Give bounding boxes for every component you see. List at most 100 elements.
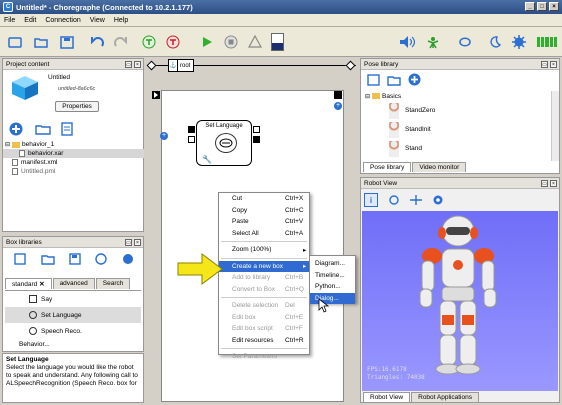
tab-search[interactable]: Search: [95, 278, 131, 289]
minimize-button[interactable]: _: [525, 2, 535, 11]
tab-video-monitor[interactable]: Video monitor: [412, 162, 467, 172]
pose-item[interactable]: StandInit: [361, 120, 551, 139]
menu-item-select-all[interactable]: Select All Ctrl+A: [219, 228, 309, 240]
save-library-icon[interactable]: [69, 253, 81, 267]
open-library-icon[interactable]: [40, 253, 55, 267]
tree-item-pml[interactable]: Untitled.pml: [3, 167, 144, 176]
submenu-item-diagram[interactable]: Diagram...: [310, 258, 355, 270]
close-icon[interactable]: ×: [550, 180, 557, 187]
list-item[interactable]: Behavior...: [5, 339, 141, 349]
float-icon[interactable]: ▭: [541, 61, 548, 68]
save-icon[interactable]: [58, 33, 76, 51]
set-language-box[interactable]: Set Language 🔧: [196, 120, 252, 166]
tab-pose-library[interactable]: Pose library: [363, 162, 412, 172]
pan-view-icon[interactable]: [409, 194, 423, 208]
list-item[interactable]: Say: [5, 291, 141, 307]
submenu-item-timeline[interactable]: Timeline...: [310, 270, 355, 282]
disconnect-robot-icon[interactable]: [164, 33, 182, 51]
tab-robot-applications[interactable]: Robot Applications: [411, 392, 479, 402]
open-pose-library-icon[interactable]: [387, 74, 401, 88]
behavior-input-icon[interactable]: [152, 91, 160, 99]
menu-item-edit-box-script[interactable]: Edit box script Ctrl+F: [219, 323, 309, 335]
view-settings-icon[interactable]: [431, 194, 445, 208]
menu-item-cut[interactable]: Cut Ctrl+X: [219, 193, 309, 205]
float-icon[interactable]: ▭: [541, 180, 548, 187]
rest-moon-icon[interactable]: [486, 33, 504, 51]
menu-file[interactable]: File: [4, 17, 15, 24]
pose-group[interactable]: ⊟ Basics: [361, 91, 551, 101]
menu-item-delete-selection[interactable]: Delete selection Del: [219, 300, 309, 312]
rotate-view-icon[interactable]: [387, 194, 401, 208]
close-button[interactable]: ×: [549, 2, 559, 11]
menu-item-edit-box[interactable]: Edit box Ctrl+E: [219, 312, 309, 324]
stiffness-icon[interactable]: [456, 33, 474, 51]
redo-icon[interactable]: [112, 33, 130, 51]
wrench-icon[interactable]: 🔧: [202, 155, 212, 164]
export-library-icon[interactable]: [95, 253, 108, 267]
menu-item-create-new-box[interactable]: Create a new box ▸: [219, 260, 309, 272]
pose-scrollbar[interactable]: [551, 91, 559, 161]
box-input-port[interactable]: [188, 126, 195, 133]
connect-robot-icon[interactable]: [140, 33, 158, 51]
add-item-icon[interactable]: [9, 122, 23, 138]
breadcrumb[interactable]: ⚓ root: [168, 59, 194, 72]
menu-item-set-parameters[interactable]: Set Parameters: [219, 351, 309, 363]
list-item[interactable]: Speech Reco.: [5, 323, 141, 339]
float-icon[interactable]: ▭: [125, 239, 132, 246]
menu-item-zoom[interactable]: Zoom (100%) ▸: [219, 244, 309, 256]
menu-item-paste[interactable]: Paste Ctrl+V: [219, 216, 309, 228]
box-output-port[interactable]: [253, 136, 260, 143]
menu-item-add-to-library[interactable]: Add to library Ctrl+B: [219, 272, 309, 284]
new-library-icon[interactable]: [14, 253, 26, 267]
properties-button[interactable]: Properties: [55, 101, 99, 112]
close-icon[interactable]: ×: [134, 61, 141, 68]
tree-item-behavior-folder[interactable]: ⊟ behavior_1: [3, 140, 144, 149]
speaker-icon[interactable]: [398, 33, 416, 51]
add-folder-icon[interactable]: [35, 123, 51, 137]
pose-item[interactable]: Stand: [361, 139, 551, 158]
animation-mode-icon[interactable]: [424, 33, 442, 51]
settings-gear-icon[interactable]: [510, 33, 528, 51]
breadcrumb-root: root: [180, 62, 191, 69]
add-output-icon[interactable]: +: [334, 102, 342, 110]
close-tab-icon[interactable]: ✕: [39, 281, 44, 288]
float-icon[interactable]: ▭: [125, 61, 132, 68]
menu-item-copy[interactable]: Copy Ctrl+C: [219, 205, 309, 217]
pose-item[interactable]: StandZero: [361, 101, 551, 120]
list-item[interactable]: Set Language: [5, 307, 141, 323]
debug-icon[interactable]: [246, 33, 264, 51]
new-pose-library-icon[interactable]: [367, 74, 380, 88]
import-icon[interactable]: [61, 122, 73, 138]
box-output-port[interactable]: [253, 126, 260, 133]
info-icon[interactable]: i: [364, 193, 378, 207]
menu-edit[interactable]: Edit: [24, 17, 36, 24]
menu-item-edit-resources[interactable]: Edit resources Ctrl+R: [219, 335, 309, 347]
close-icon[interactable]: ×: [550, 61, 557, 68]
undo-icon[interactable]: [88, 33, 106, 51]
open-folder-icon[interactable]: [32, 33, 50, 51]
timeline-end-handle[interactable]: [345, 60, 356, 71]
menu-view[interactable]: View: [90, 17, 105, 24]
tab-standard[interactable]: standard ✕: [5, 278, 52, 289]
submenu-item-dialog[interactable]: Dialog...: [310, 292, 355, 304]
stop-icon[interactable]: [222, 33, 240, 51]
behavior-output-icon[interactable]: [334, 91, 342, 99]
submenu-item-python[interactable]: Python...: [310, 281, 355, 293]
menu-connection[interactable]: Connection: [45, 17, 80, 24]
robot-3d-viewport[interactable]: FPS:16.6178 Triangles: 74038: [362, 211, 558, 391]
add-pose-icon[interactable]: [408, 73, 421, 88]
play-icon[interactable]: [198, 33, 216, 51]
add-input-icon[interactable]: +: [160, 132, 168, 140]
menu-help[interactable]: Help: [114, 17, 128, 24]
close-icon[interactable]: ×: [134, 239, 141, 246]
library-settings-icon[interactable]: [122, 253, 134, 267]
box-input-port[interactable]: [188, 136, 195, 143]
menu-item-convert-to-box[interactable]: Convert to Box Ctrl+Q: [219, 284, 309, 296]
maximize-button[interactable]: □: [537, 2, 547, 11]
tree-item-manifest[interactable]: manifest.xml: [3, 158, 144, 167]
new-project-icon[interactable]: [6, 33, 24, 51]
tab-robot-view[interactable]: Robot View: [363, 392, 411, 402]
tree-item-behavior-xar[interactable]: behavior.xar: [3, 149, 144, 158]
timeline-start-handle[interactable]: [146, 60, 157, 71]
tab-advanced[interactable]: advanced: [52, 278, 95, 289]
